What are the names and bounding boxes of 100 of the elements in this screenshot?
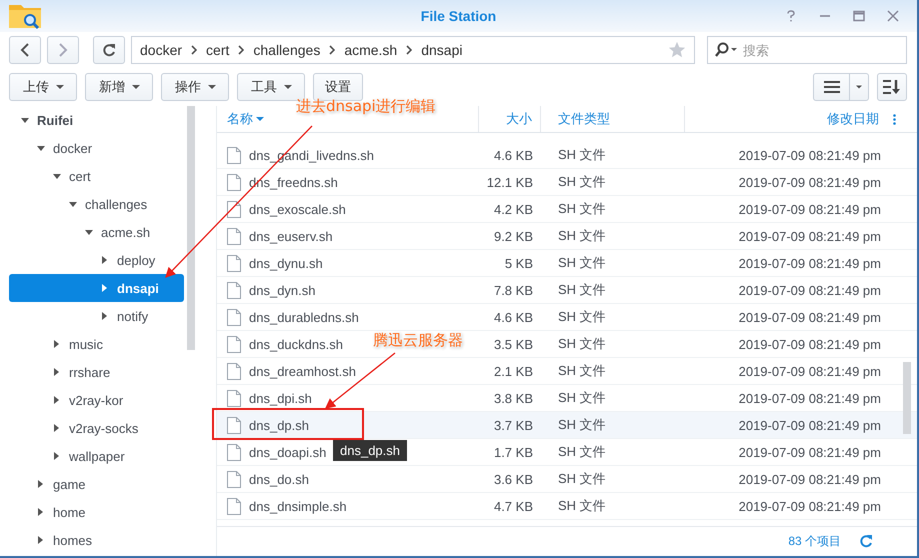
file-size: 4.7 KB — [492, 498, 534, 514]
caret-down-icon — [21, 118, 29, 122]
tree-item[interactable]: Ruifei — [9, 106, 184, 134]
scrollbar[interactable] — [187, 106, 195, 350]
modified-date: 2019-07-09 08:21:49 pm — [738, 390, 881, 406]
sort-button[interactable] — [877, 73, 907, 101]
file-icon — [227, 174, 241, 190]
tree-item[interactable]: v2ray-socks — [9, 414, 184, 442]
folder-name: dnsapi — [117, 280, 159, 296]
file-size: 4.6 KB — [492, 148, 534, 162]
tree-item[interactable]: homes — [9, 526, 184, 554]
search-icon — [714, 42, 738, 58]
more-options-icon[interactable] — [893, 114, 896, 124]
tooltip: dns_dp.sh — [333, 440, 407, 461]
refresh-button[interactable] — [93, 36, 125, 64]
file-type: SH 文件 — [557, 227, 607, 245]
file-type: SH 文件 — [557, 308, 607, 326]
modified-date: 2019-07-09 08:21:49 pm — [738, 282, 881, 298]
tree-item[interactable]: v2ray-kor — [9, 386, 184, 414]
folder-name: homes — [53, 532, 92, 548]
star-icon[interactable] — [668, 41, 686, 59]
tree-item[interactable]: wallpaper — [9, 442, 184, 470]
file-size: 7.8 KB — [492, 282, 534, 298]
caret-right-icon — [54, 452, 59, 460]
tree-item[interactable]: music — [9, 330, 184, 358]
file-type: SH 文件 — [557, 335, 607, 353]
caret-icon — [208, 85, 216, 89]
path-segment[interactable]: acme.sh — [344, 42, 398, 58]
tree-item[interactable]: docker — [9, 134, 184, 162]
file-row[interactable]: dns_durabledns.sh 4.6 KB SH 文件 2019-07-09 08:21:49 pm — [217, 304, 917, 331]
tree-item[interactable]: acme.sh — [9, 218, 184, 246]
path-bar[interactable]: docker cert challenges acme.sh dnsapi — [131, 36, 695, 64]
modified-date: 2019-07-09 08:21:49 pm — [738, 364, 881, 378]
path-segment[interactable]: cert — [206, 42, 230, 58]
column-header[interactable]: 修改日期 — [685, 106, 881, 132]
file-size: 4.2 KB — [492, 202, 534, 216]
column-header[interactable]: 大小 — [479, 106, 541, 132]
search-field[interactable]: 搜索 — [707, 36, 907, 64]
tree-item[interactable]: deploy — [9, 246, 184, 274]
file-icon — [227, 416, 241, 434]
help-icon[interactable] — [785, 10, 797, 22]
path-segment[interactable]: dnsapi — [421, 42, 462, 58]
file-size: 3.6 KB — [492, 472, 534, 486]
tree-item[interactable]: game — [9, 470, 184, 498]
modified-date: 2019-07-09 08:21:49 pm — [738, 148, 881, 162]
caret-down-icon — [85, 230, 93, 234]
modified-date: 2019-07-09 08:21:49 pm — [738, 498, 881, 514]
tree-item[interactable]: challenges — [9, 190, 184, 218]
file-size: 12.1 KB — [486, 174, 534, 190]
file-size: 4.6 KB — [492, 310, 534, 324]
file-row[interactable]: dns_dyn.sh 7.8 KB SH 文件 2019-07-09 08:21:49 pm — [217, 277, 917, 304]
back-button[interactable] — [9, 36, 41, 64]
path-segment[interactable]: docker — [140, 42, 182, 58]
item-count: 83 个项目 — [788, 532, 841, 550]
tree-item[interactable]: dnsapi — [9, 274, 184, 302]
folder-name: challenges — [85, 196, 148, 212]
file-name: dns_durabledns.sh — [249, 310, 359, 324]
toolbar-button[interactable]: 上传 — [9, 73, 77, 101]
scrollbar[interactable] — [903, 362, 911, 434]
chevron-right-icon — [329, 45, 336, 55]
tree-item[interactable]: home — [9, 498, 184, 526]
modified-date: 2019-07-09 08:21:49 pm — [738, 472, 881, 486]
file-name: dns_duckdns.sh — [249, 336, 343, 352]
window-title: File Station — [420, 8, 496, 24]
caret-right-icon — [54, 396, 59, 404]
toolbar-button[interactable]: 设置 — [313, 73, 363, 101]
file-size: 3.5 KB — [492, 336, 534, 352]
path-segment[interactable]: challenges — [253, 42, 320, 58]
chevron-right-icon — [191, 45, 198, 55]
column-header[interactable]: 文件类型 — [541, 106, 685, 132]
file-row[interactable]: dns_euserv.sh 9.2 KB SH 文件 2019-07-09 08:21:49 pm — [217, 223, 917, 250]
close-icon[interactable] — [887, 10, 899, 22]
file-row[interactable]: dns_dnsimple.sh 4.7 KB SH 文件 2019-07-09 08:21:49 pm — [217, 493, 917, 520]
file-row[interactable]: dns_do.sh 3.6 KB SH 文件 2019-07-09 08:21:49 pm — [217, 466, 917, 493]
file-type: SH 文件 — [557, 470, 607, 488]
forward-button[interactable] — [47, 36, 79, 64]
chevron-right-icon — [58, 43, 68, 57]
file-size: 3.7 KB — [492, 418, 534, 432]
file-icon — [227, 362, 241, 380]
file-type: SH 文件 — [557, 443, 607, 461]
file-name: dns_dyn.sh — [249, 282, 316, 298]
maximize-icon[interactable] — [853, 10, 865, 22]
refresh-icon[interactable] — [859, 534, 873, 548]
caret-icon — [56, 85, 64, 89]
tree-item[interactable]: notify — [9, 302, 184, 330]
file-row[interactable]: dns_dynu.sh 5 KB SH 文件 2019-07-09 08:21:49 pm — [217, 250, 917, 277]
file-row[interactable]: dns_exoscale.sh 4.2 KB SH 文件 2019-07-09 08:21:49 pm — [217, 196, 917, 223]
folder-name: Ruifei — [37, 112, 74, 128]
caret-down-icon — [53, 174, 61, 178]
toolbar-button[interactable]: 操作 — [161, 73, 229, 101]
chevron-left-icon — [20, 43, 30, 57]
file-size: 5 KB — [504, 256, 534, 270]
file-type: SH 文件 — [557, 254, 607, 272]
toolbar-button[interactable]: 新增 — [85, 73, 153, 101]
tree-item[interactable]: cert — [9, 162, 184, 190]
file-row[interactable]: dns_dp.sh 3.7 KB SH 文件 2019-07-09 08:21:49 pm — [217, 412, 917, 439]
caret-right-icon — [102, 284, 107, 292]
file-name: dns_dynu.sh — [249, 256, 323, 270]
file-name: dns_do.sh — [249, 472, 309, 486]
tree-item[interactable]: rrshare — [9, 358, 184, 386]
